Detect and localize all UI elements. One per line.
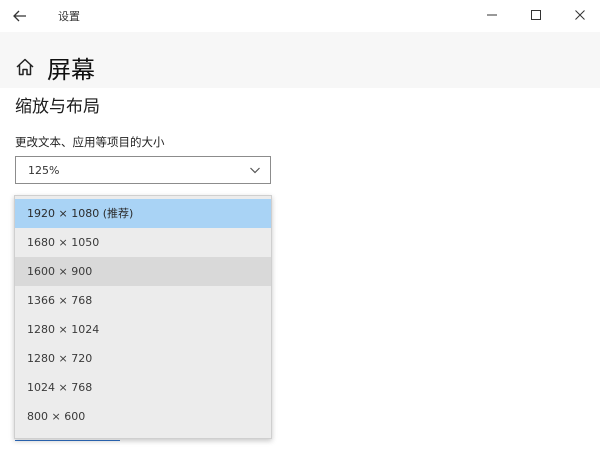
scale-label: 更改文本、应用等项目的大小	[15, 135, 165, 149]
resolution-option[interactable]: 800 × 600	[15, 402, 271, 431]
maximize-button[interactable]	[518, 4, 554, 26]
scale-select[interactable]: 125%	[15, 156, 271, 184]
page-title: 屏幕	[47, 56, 95, 84]
section-title: 缩放与布局	[15, 97, 100, 117]
resolution-option[interactable]: 1024 × 768	[15, 373, 271, 402]
close-icon	[575, 10, 585, 20]
back-button[interactable]	[10, 6, 34, 26]
app-title: 设置	[58, 10, 80, 23]
minimize-button[interactable]	[474, 4, 510, 26]
title-bar: 设置	[0, 0, 600, 32]
resolution-option[interactable]: 1600 × 900	[15, 257, 271, 286]
scale-select-value: 125%	[28, 164, 60, 177]
minimize-icon	[487, 14, 497, 16]
home-icon	[16, 58, 34, 76]
chevron-down-icon	[250, 167, 260, 174]
resolution-dropdown: 1920 × 1080 (推荐) 1680 × 1050 1600 × 900 …	[14, 195, 272, 439]
resolution-option[interactable]: 1920 × 1080 (推荐)	[15, 199, 271, 228]
close-button[interactable]	[562, 4, 598, 26]
maximize-icon	[531, 10, 541, 20]
arrow-left-icon	[13, 10, 26, 22]
resolution-option[interactable]: 1366 × 768	[15, 286, 271, 315]
resolution-option[interactable]: 1280 × 1024	[15, 315, 271, 344]
resolution-option[interactable]: 1280 × 720	[15, 344, 271, 373]
resolution-option[interactable]: 1680 × 1050	[15, 228, 271, 257]
